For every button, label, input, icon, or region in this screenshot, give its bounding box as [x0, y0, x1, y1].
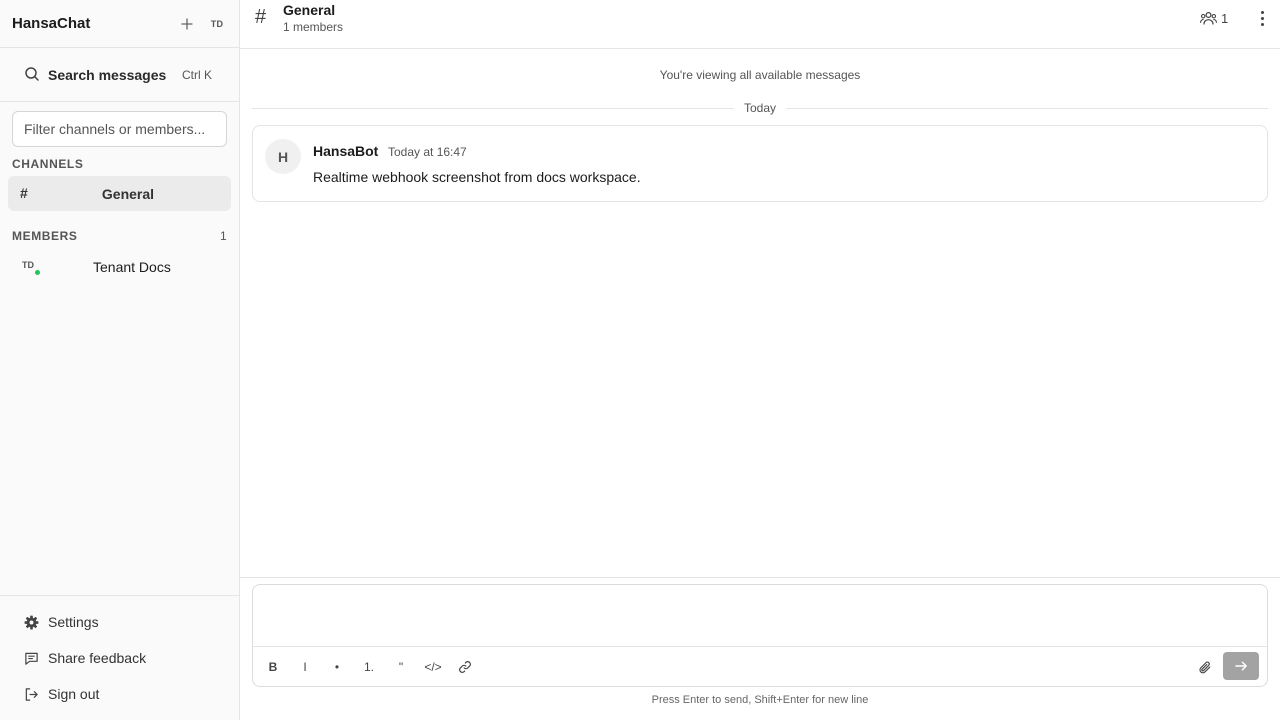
channel-member-count: 1 members	[283, 20, 344, 34]
new-channel-button[interactable]	[177, 14, 197, 34]
settings-button[interactable]: Settings	[24, 612, 99, 632]
members-button[interactable]: 1	[1200, 9, 1228, 27]
message-item: H HansaBot Today at 16:47 Realtime webho…	[252, 125, 1268, 202]
message-timestamp: Today at 16:47	[388, 145, 467, 159]
search-shortcut: Ctrl K	[182, 68, 212, 82]
channel-item-general[interactable]: # General	[8, 176, 231, 211]
sign-out-label: Sign out	[48, 686, 100, 702]
channels-section-label: CHANNELS	[12, 157, 84, 171]
search-messages-button[interactable]: Search messages Ctrl K	[0, 49, 239, 102]
message-composer: B I • 1. " </>	[252, 584, 1268, 687]
user-avatar[interactable]: TD	[206, 14, 228, 34]
channel-title: General	[283, 2, 336, 18]
main-panel: # General 1 members 1 You're viewing all…	[240, 0, 1280, 720]
bold-button[interactable]: B	[262, 657, 284, 677]
message-square-icon	[25, 652, 38, 665]
send-button[interactable]	[1223, 652, 1259, 680]
sidebar: HansaChat TD Search messages Ctrl K CHAN…	[0, 0, 240, 720]
settings-label: Settings	[48, 614, 99, 630]
sidebar-footer: Settings Share feedback Sign out	[0, 595, 239, 720]
search-icon	[25, 67, 39, 81]
member-item-tenant-docs[interactable]: TD Tenant Docs	[8, 251, 231, 281]
sign-out-button[interactable]: Sign out	[24, 684, 99, 704]
message-input[interactable]	[254, 586, 1266, 646]
filter-input[interactable]	[12, 111, 227, 147]
online-status-dot	[34, 269, 41, 276]
more-options-icon[interactable]	[1256, 8, 1268, 28]
numbered-list-button[interactable]: 1.	[358, 657, 380, 677]
share-feedback-button[interactable]: Share feedback	[24, 648, 146, 668]
composer-hint: Press Enter to send, Shift+Enter for new…	[651, 694, 869, 706]
message-author[interactable]: HansaBot	[313, 143, 378, 159]
app-title: HansaChat	[12, 15, 91, 32]
members-section-label: MEMBERS	[12, 229, 78, 243]
member-name: Tenant Docs	[93, 259, 171, 275]
plus-icon	[181, 18, 193, 30]
channel-name: General	[101, 186, 155, 202]
code-button[interactable]: </>	[419, 657, 447, 677]
arrow-right-icon	[1234, 661, 1247, 671]
paperclip-icon	[1199, 661, 1211, 673]
link-icon	[459, 661, 471, 673]
italic-button[interactable]: I	[294, 657, 316, 677]
message-text: Realtime webhook screenshot from docs wo…	[313, 169, 641, 185]
message-avatar: H	[265, 139, 301, 174]
log-out-icon	[25, 687, 38, 701]
members-count: 1	[220, 229, 227, 243]
channel-header: # General 1 members 1	[240, 0, 1280, 49]
bullet-list-button[interactable]: •	[326, 657, 348, 677]
day-divider: Today	[252, 100, 1268, 118]
link-button[interactable]	[454, 657, 476, 677]
sidebar-header: HansaChat TD	[0, 0, 239, 48]
search-label: Search messages	[48, 67, 167, 83]
gear-icon	[24, 615, 39, 629]
members-button-count: 1	[1221, 10, 1229, 26]
day-divider-label: Today	[733, 101, 787, 115]
users-icon	[1200, 11, 1217, 25]
share-feedback-label: Share feedback	[48, 650, 147, 666]
channel-hash-icon: #	[255, 6, 267, 28]
attach-file-button[interactable]	[1195, 657, 1215, 677]
composer-area: B I • 1. " </> Press Enter to send, Shif…	[240, 577, 1280, 720]
formatting-toolbar: B I • 1. " </>	[253, 646, 1267, 687]
member-avatar: TD	[22, 260, 34, 270]
quote-button[interactable]: "	[390, 657, 412, 677]
history-note: You're viewing all available messages	[659, 68, 861, 82]
